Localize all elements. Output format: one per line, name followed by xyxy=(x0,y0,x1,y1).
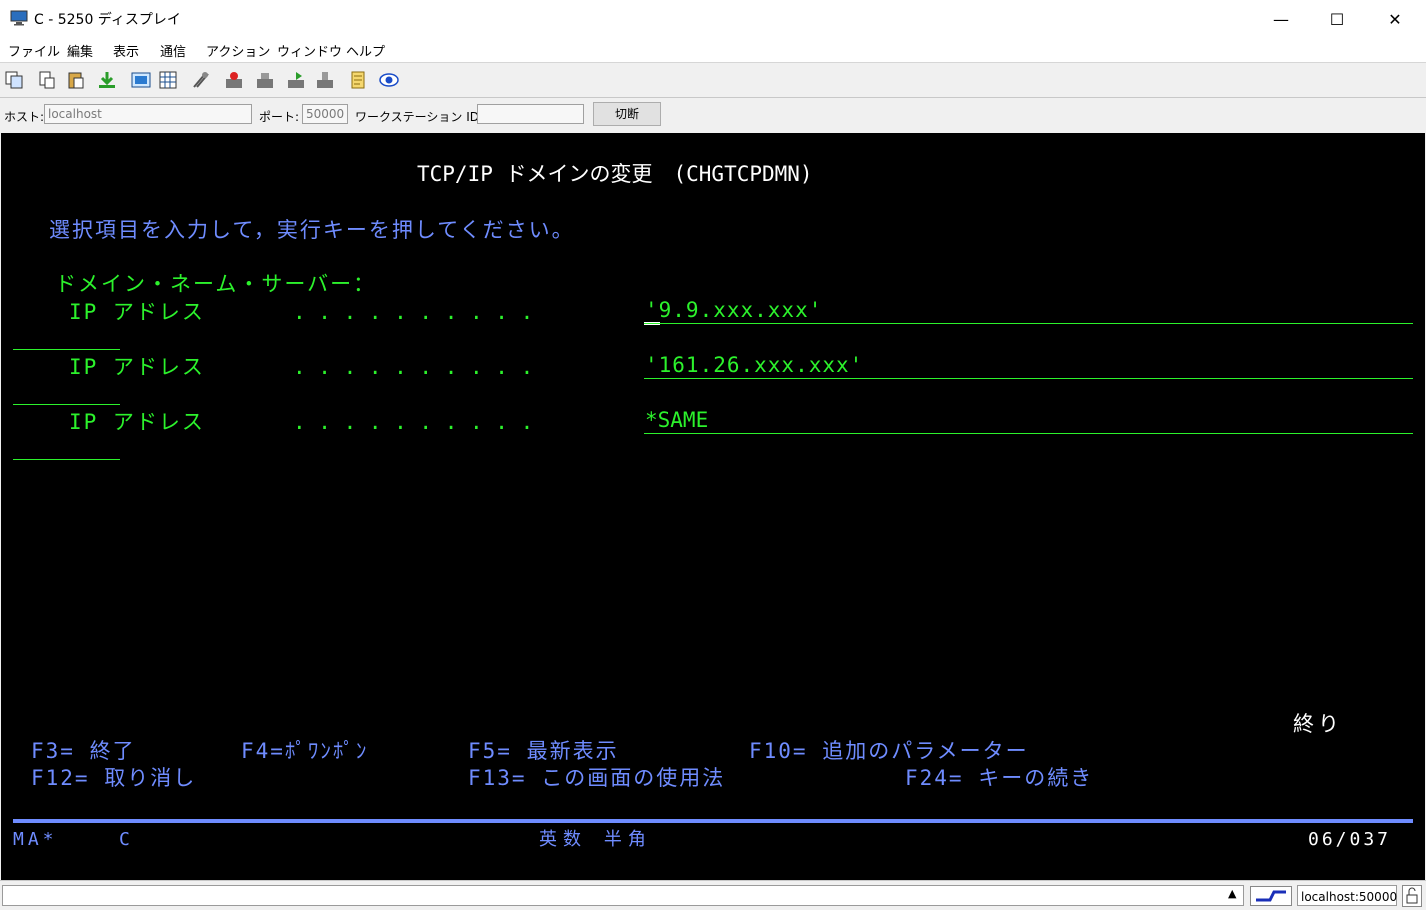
status-bar: ▲ localhost:50000 xyxy=(0,880,1426,910)
cut-icon[interactable] xyxy=(37,70,57,90)
f13-help-key[interactable]: F13= この画面の使用法 xyxy=(468,765,725,791)
ip-address-input-3[interactable]: *SAME xyxy=(645,407,708,433)
oia-input-mode: 英数 半角 xyxy=(539,829,652,850)
field-dots: . . . . . . . . . . xyxy=(293,355,534,379)
more-indicator: 終り xyxy=(1293,712,1343,736)
menu-view[interactable]: 表示 xyxy=(113,41,139,60)
stop-icon[interactable] xyxy=(315,70,335,90)
input-underline xyxy=(13,459,120,460)
menu-edit[interactable]: 編集 xyxy=(67,41,93,60)
connection-status-icon xyxy=(1250,886,1292,906)
input-underline xyxy=(13,404,120,405)
maximize-button[interactable]: ☐ xyxy=(1308,0,1366,38)
host-input[interactable]: localhost xyxy=(44,104,252,124)
input-underline xyxy=(644,378,1413,379)
input-underline xyxy=(644,433,1413,434)
menu-bar: ファイル 編集 表示 通信 アクション ウィンドウ ヘルプ xyxy=(0,38,1426,63)
workstation-input[interactable] xyxy=(477,104,584,124)
f5-refresh-key[interactable]: F5= 最新表示 xyxy=(468,738,619,764)
copy-icon[interactable] xyxy=(4,70,24,90)
section-label: ドメイン・ネーム・サーバー： xyxy=(55,272,377,296)
notes-icon[interactable] xyxy=(348,70,368,90)
input-underline xyxy=(644,323,1413,324)
title-bar: C - 5250 ディスプレイ — ☐ ✕ xyxy=(0,0,1426,38)
terminal-screen[interactable]: TCP/IP ドメインの変更 (CHGTCPDMN) 選択項目を入力して，実行キ… xyxy=(1,133,1425,880)
window-title: C - 5250 ディスプレイ xyxy=(34,12,181,28)
lock-icon xyxy=(1402,885,1422,907)
minimize-button[interactable]: — xyxy=(1252,0,1310,38)
help-icon[interactable] xyxy=(379,70,399,90)
oia-status: MA* xyxy=(13,829,58,850)
input-underline xyxy=(13,349,120,350)
field-dots: . . . . . . . . . . xyxy=(293,410,534,434)
send-icon[interactable] xyxy=(286,70,306,90)
f10-additional-parameters-key[interactable]: F10= 追加のパラメーター xyxy=(749,738,1029,764)
field-dots: . . . . . . . . . . xyxy=(293,300,534,324)
menu-communication[interactable]: 通信 xyxy=(160,41,186,60)
menu-window[interactable]: ウィンドウ xyxy=(277,41,342,60)
paste-icon[interactable] xyxy=(66,70,86,90)
oia-separator xyxy=(13,819,1413,823)
connection-bar: ホスト: localhost ポート: 50000 ワークステーション ID: … xyxy=(0,98,1426,132)
f4-prompt-key[interactable]: F4=ﾎﾟﾜﾝﾎﾟﾝ xyxy=(241,738,368,764)
screen-title: TCP/IP ドメインの変更 (CHGTCPDMN) xyxy=(417,162,813,186)
record-icon[interactable] xyxy=(224,70,244,90)
instruction-text: 選択項目を入力して，実行キーを押してください。 xyxy=(49,218,575,242)
workstation-label: ワークステーション ID: xyxy=(355,110,484,124)
field-label: IP アドレス xyxy=(69,355,205,379)
toolbar xyxy=(0,63,1426,98)
ip-address-input-2[interactable]: '161.26.xxx.xxx' xyxy=(645,352,863,378)
menu-action[interactable]: アクション xyxy=(206,41,270,60)
menu-file[interactable]: ファイル xyxy=(8,41,60,60)
grid-icon[interactable] xyxy=(158,70,178,90)
status-message-field xyxy=(2,885,1244,906)
field-label: IP アドレス xyxy=(69,300,205,324)
receive-file-icon[interactable] xyxy=(97,70,117,90)
field-label: IP アドレス xyxy=(69,410,205,434)
f12-cancel-key[interactable]: F12= 取り消し xyxy=(31,765,196,791)
monitor-icon xyxy=(10,10,28,26)
f24-more-keys-key[interactable]: F24= キーの続き xyxy=(905,765,1093,791)
disconnect-button[interactable]: 切断 xyxy=(593,102,661,126)
macro-icon[interactable] xyxy=(131,70,151,90)
minimize-icon: — xyxy=(1273,9,1289,29)
close-icon: ✕ xyxy=(1388,9,1402,29)
port-label: ポート: xyxy=(259,110,300,124)
settings-icon[interactable] xyxy=(191,70,211,90)
close-button[interactable]: ✕ xyxy=(1366,0,1424,38)
connection-text: localhost:50000 xyxy=(1301,890,1398,904)
host-label: ホスト: xyxy=(4,110,45,124)
oia-cursor-position: 06/037 xyxy=(1308,829,1392,850)
scroll-up-icon[interactable]: ▲ xyxy=(1228,887,1236,900)
print-icon[interactable] xyxy=(255,70,275,90)
menu-help[interactable]: ヘルプ xyxy=(346,41,385,60)
port-input[interactable]: 50000 xyxy=(302,104,348,124)
ip-address-input-1[interactable]: '9.9.xxx.xxx' xyxy=(645,297,822,323)
f3-exit-key[interactable]: F3= 終了 xyxy=(31,738,136,764)
maximize-icon: ☐ xyxy=(1329,9,1345,29)
oia-session: C xyxy=(119,829,130,850)
